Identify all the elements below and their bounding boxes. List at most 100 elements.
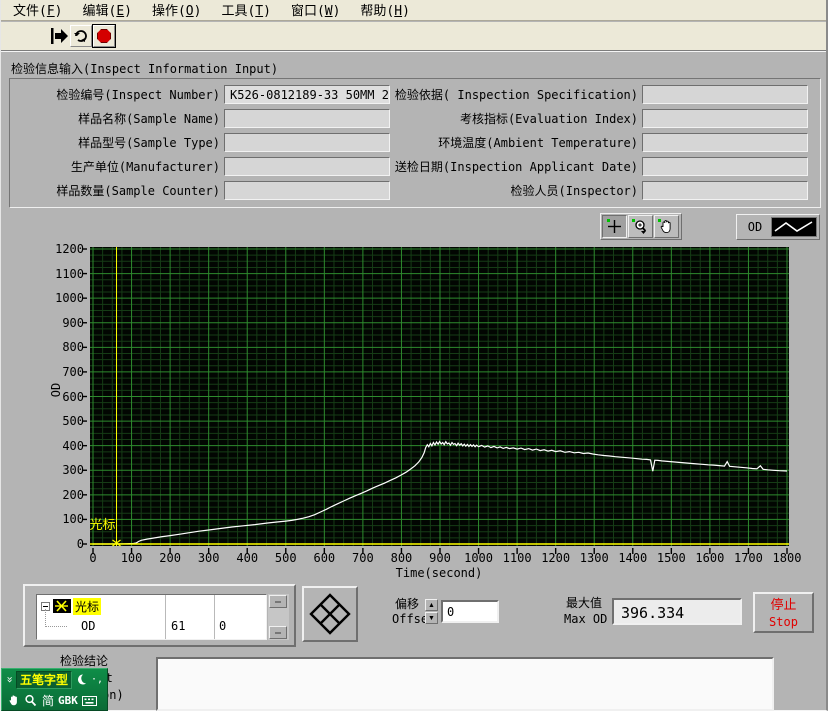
menu-item[interactable]: 操作(O) bbox=[142, 0, 211, 22]
form-row: 样品型号(Sample Type) 环境温度(Ambient Temperatur… bbox=[10, 132, 820, 152]
y-tick-label: 300 bbox=[40, 463, 84, 477]
magnifier-icon bbox=[632, 218, 649, 235]
x-tick-label: 600 bbox=[302, 551, 346, 565]
scroll-down-button[interactable] bbox=[269, 626, 287, 639]
zoom-tool-button[interactable] bbox=[628, 215, 653, 238]
field-input[interactable] bbox=[224, 157, 390, 176]
field-label: 考核指标(Evaluation Index) bbox=[390, 110, 638, 127]
cursor-mover-button[interactable] bbox=[302, 586, 358, 642]
conclusion-textarea[interactable] bbox=[156, 657, 774, 711]
ime-simplified-mode[interactable]: 简 bbox=[42, 692, 54, 709]
y-tick-label: 100 bbox=[40, 512, 84, 526]
field-input[interactable] bbox=[642, 157, 808, 176]
plot-legend-name: OD bbox=[739, 220, 771, 234]
form-section-title: 检验信息输入(Inspect Information Input) bbox=[11, 60, 278, 77]
cursor-legend-panel: 光标 OD 61 0 bbox=[23, 584, 296, 647]
cursor-list-scrollbar[interactable] bbox=[268, 594, 289, 640]
x-tick-label: 1200 bbox=[534, 551, 578, 565]
graph-palette bbox=[600, 213, 682, 240]
menu-item[interactable]: 帮助(H) bbox=[350, 0, 419, 22]
ime-magnifier-icon[interactable] bbox=[24, 694, 37, 707]
spinner-up-button[interactable]: ▲ bbox=[425, 599, 438, 611]
spinner-down-button[interactable]: ▼ bbox=[425, 612, 438, 624]
field-label: 样品名称(Sample Name) bbox=[10, 110, 220, 127]
field-input[interactable] bbox=[224, 181, 390, 200]
run-continuous-button[interactable] bbox=[70, 25, 92, 47]
field-input[interactable]: K526-0812189-33 50MM 25KW bbox=[224, 85, 390, 104]
field-input[interactable] bbox=[224, 109, 390, 128]
y-tick-label: 1000 bbox=[40, 291, 84, 305]
y-tick-label: 500 bbox=[40, 414, 84, 428]
field-label: 样品数量(Sample Counter) bbox=[10, 182, 220, 199]
x-tick-label: 0 bbox=[71, 551, 115, 565]
ime-keyboard-icon[interactable] bbox=[82, 696, 97, 706]
y-tick-label: 0 bbox=[40, 537, 84, 551]
max-od-value: 396.334 bbox=[612, 598, 742, 625]
menu-item[interactable]: 文件(F) bbox=[3, 0, 72, 22]
tree-branch-line bbox=[45, 609, 67, 627]
form-row: 样品名称(Sample Name) 考核指标(Evaluation Index) bbox=[10, 108, 820, 128]
abort-icon bbox=[97, 29, 111, 43]
ime-hand-icon[interactable] bbox=[8, 694, 20, 707]
max-od-label: 最大值 Max OD bbox=[564, 595, 607, 627]
chart-plot-area[interactable]: 光标 bbox=[90, 247, 789, 546]
cursor-x-value: 61 bbox=[171, 619, 185, 633]
ime-fullhalf-moon-icon[interactable] bbox=[76, 674, 87, 685]
ime-encoding[interactable]: GBK bbox=[58, 694, 78, 707]
x-tick-label: 200 bbox=[148, 551, 192, 565]
ime-input-method-name[interactable]: 五笔字型 bbox=[16, 671, 72, 689]
offset-input[interactable]: 0 bbox=[441, 600, 499, 623]
run-continuous-icon bbox=[73, 28, 89, 44]
plot-legend[interactable]: OD bbox=[736, 214, 820, 240]
form-row: 生产单位(Manufacturer) 送检日期(Inspection Applic… bbox=[10, 156, 820, 176]
ime-collapse-icon[interactable]: » bbox=[4, 674, 17, 686]
run-arrow-icon bbox=[51, 27, 69, 45]
hand-icon bbox=[658, 218, 675, 235]
abort-button[interactable] bbox=[93, 25, 115, 47]
field-input[interactable] bbox=[224, 133, 390, 152]
field-label: 检验人员(Inspector) bbox=[390, 182, 638, 199]
field-label: 检验依据( Inspection Specification) bbox=[390, 86, 638, 103]
scroll-up-button[interactable] bbox=[269, 595, 287, 608]
stop-button[interactable]: 停止 Stop bbox=[753, 592, 814, 633]
field-input[interactable] bbox=[642, 133, 808, 152]
field-label: 生产单位(Manufacturer) bbox=[10, 158, 220, 175]
x-axis-label: Time(second) bbox=[379, 566, 499, 580]
cursor-tool-button[interactable] bbox=[602, 215, 627, 238]
cursor-y-value: 0 bbox=[219, 619, 226, 633]
menu-bar: 文件(F)编辑(E)操作(O)工具(T)窗口(W)帮助(H) bbox=[1, 0, 826, 21]
form-row: 检验编号(Inspect Number)K526-0812189-33 50MM… bbox=[10, 84, 820, 104]
x-tick-label: 1300 bbox=[572, 551, 616, 565]
cursor-plot-name: OD bbox=[81, 619, 95, 633]
field-input[interactable] bbox=[642, 109, 808, 128]
menu-item[interactable]: 编辑(E) bbox=[72, 0, 141, 22]
cursor-name[interactable]: 光标 bbox=[73, 598, 101, 615]
field-label: 检验编号(Inspect Number) bbox=[10, 86, 220, 103]
x-tick-label: 100 bbox=[110, 551, 154, 565]
x-tick-label: 500 bbox=[264, 551, 308, 565]
plot-line-sample-icon bbox=[771, 217, 817, 237]
field-label: 样品型号(Sample Type) bbox=[10, 134, 220, 151]
pan-tool-button[interactable] bbox=[654, 215, 679, 238]
x-tick-label: 1800 bbox=[765, 551, 809, 565]
field-input[interactable] bbox=[642, 181, 808, 200]
cursor-list[interactable]: 光标 OD 61 0 bbox=[36, 594, 267, 640]
y-tick-label: 200 bbox=[40, 488, 84, 502]
y-tick-label: 1200 bbox=[40, 242, 84, 256]
application-window: 文件(F)编辑(E)操作(O)工具(T)窗口(W)帮助(H) 检验信息输入(In… bbox=[0, 0, 828, 711]
y-tick-label: 400 bbox=[40, 439, 84, 453]
ime-punctuation-icon[interactable]: ·, bbox=[91, 674, 103, 685]
x-tick-label: 700 bbox=[341, 551, 385, 565]
field-label: 环境温度(Ambient Temperature) bbox=[390, 134, 638, 151]
x-tick-label: 1700 bbox=[726, 551, 770, 565]
run-button[interactable] bbox=[50, 25, 70, 47]
menu-item[interactable]: 工具(T) bbox=[211, 0, 280, 22]
menu-item[interactable]: 窗口(W) bbox=[281, 0, 350, 22]
x-tick-label: 900 bbox=[418, 551, 462, 565]
field-label: 送检日期(Inspection Applicant Date) bbox=[390, 158, 638, 175]
x-tick-label: 1100 bbox=[495, 551, 539, 565]
x-tick-label: 300 bbox=[187, 551, 231, 565]
field-input[interactable] bbox=[642, 85, 808, 104]
cursor-label: 光标 bbox=[90, 518, 116, 533]
x-tick-label: 1500 bbox=[649, 551, 693, 565]
